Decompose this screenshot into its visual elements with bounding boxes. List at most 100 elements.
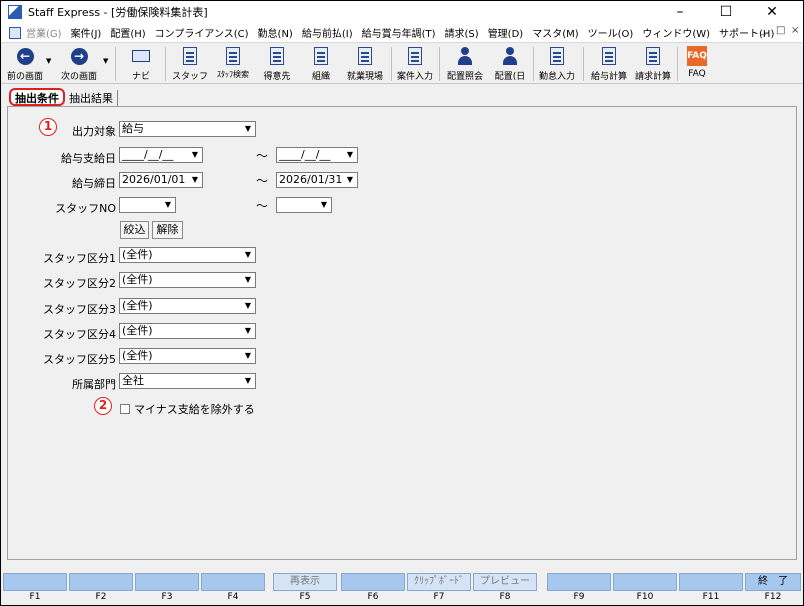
tab-extract-conditions[interactable]: 抽出条件 <box>9 88 65 106</box>
next-dropdown-icon[interactable]: ▼ <box>103 57 108 65</box>
f10-key-label: F10 <box>636 592 654 602</box>
close-button[interactable]: ✕ <box>749 1 795 23</box>
filter-button[interactable]: 絞込 <box>120 221 149 239</box>
placement-daily-icon <box>500 46 520 66</box>
menu-placement[interactable]: 配置(H) <box>110 25 145 40</box>
exclude-negative-checkbox[interactable] <box>120 404 130 414</box>
billing-calc-button[interactable]: 請求計算 <box>631 45 675 83</box>
staff-category-5-select[interactable]: (全件) ▼ <box>119 348 256 364</box>
menu-window[interactable]: ウィンドウ(W) <box>642 25 710 40</box>
minimize-button[interactable]: – <box>657 1 703 23</box>
attendance-entry-label: 勤怠入力 <box>538 72 575 82</box>
next-screen-button[interactable]: → 次の画面 <box>57 45 101 83</box>
f3-button[interactable] <box>135 573 199 591</box>
pay-close-to-input[interactable]: 2026/01/31 ▼ <box>276 172 358 188</box>
mdi-close-button[interactable]: × <box>791 25 799 36</box>
annotation-badge-2: 2 <box>94 397 112 415</box>
f4-button[interactable] <box>201 573 265 591</box>
organization-label: 組織 <box>311 72 330 82</box>
menu-case[interactable]: 案件(J) <box>71 25 102 40</box>
payroll-calc-icon <box>599 46 619 66</box>
prev-screen-button[interactable]: ← 前の画面 <box>5 45 45 83</box>
menu-compliance[interactable]: コンプライアンス(C) <box>155 25 249 40</box>
mdi-restore-button[interactable]: □ <box>776 25 785 36</box>
app-window: Staff Express - [労働保険料集計表] – ☐ ✕ 営業(G) 案… <box>0 0 804 606</box>
menu-prepayment[interactable]: 給与前払(I) <box>302 25 353 40</box>
f9-button[interactable] <box>547 573 611 591</box>
arrow-right-icon: → <box>69 46 89 66</box>
staff-search-label: ｽﾀｯﾌ検索 <box>217 70 249 79</box>
menu-attendance[interactable]: 勤怠(N) <box>258 25 293 40</box>
f8-preview-button[interactable]: プレビュー <box>473 573 537 591</box>
chevron-down-icon: ▼ <box>241 248 255 262</box>
case-entry-button[interactable]: 案件入力 <box>393 45 437 83</box>
staff-category-1-select[interactable]: (全件) ▼ <box>119 247 256 263</box>
staff-search-button[interactable]: ｽﾀｯﾌ検索 <box>211 45 255 83</box>
placement-daily-button[interactable]: 配置(日 <box>489 45 531 83</box>
f6-button[interactable] <box>341 573 405 591</box>
mdi-child-icon[interactable] <box>9 26 21 39</box>
faq-label: FAQ <box>688 69 706 79</box>
clear-button[interactable]: 解除 <box>152 221 183 239</box>
pay-close-from-value: 2026/01/01 <box>122 173 186 186</box>
placement-daily-label: 配置(日 <box>494 72 526 82</box>
menu-bar: 営業(G) 案件(J) 配置(H) コンプライアンス(C) 勤怠(N) 給与前払… <box>1 23 803 42</box>
workplace-button[interactable]: 就業現場 <box>343 45 387 83</box>
staff-category-2-label: スタッフ区分2 <box>43 277 116 290</box>
menu-master[interactable]: マスタ(M) <box>532 25 578 40</box>
chevron-down-icon: ▼ <box>188 173 202 187</box>
client-button[interactable]: 得意先 <box>257 45 297 83</box>
prev-dropdown-icon[interactable]: ▼ <box>46 57 51 65</box>
staff-category-3-label: スタッフ区分3 <box>43 303 116 316</box>
toolbar: ← 前の画面 ▼ → 次の画面 ▼ ナビ スタッフ ｽﾀｯﾌ検索 得意先 組織 <box>1 42 803 84</box>
menu-payroll-bonus[interactable]: 給与賞与年調(T) <box>362 25 436 40</box>
exclude-negative-label: マイナス支給を除外する <box>134 403 255 416</box>
arrow-left-icon: ← <box>15 46 35 66</box>
f4-key-label: F4 <box>227 592 239 602</box>
mdi-minimize-button[interactable]: _ <box>761 25 766 36</box>
f12-exit-button[interactable]: 終 了 <box>745 573 801 591</box>
staff-button[interactable]: スタッフ <box>171 45 209 83</box>
attendance-entry-button[interactable]: 勤怠入力 <box>535 45 579 83</box>
organization-button[interactable]: 組織 <box>301 45 341 83</box>
toolbar-divider <box>115 47 116 81</box>
staff-category-2-select[interactable]: (全件) ▼ <box>119 272 256 288</box>
workplace-label: 就業現場 <box>346 72 383 82</box>
maximize-button[interactable]: ☐ <box>703 1 749 23</box>
case-entry-label: 案件入力 <box>396 72 433 82</box>
f11-button[interactable] <box>679 573 743 591</box>
faq-button[interactable]: FAQ FAQ <box>681 45 713 83</box>
department-select[interactable]: 全社 ▼ <box>119 373 256 389</box>
pay-date-from-input[interactable]: ____/__/__ ▼ <box>119 147 203 163</box>
menu-billing[interactable]: 請求(S) <box>445 25 479 40</box>
f6-key-label: F6 <box>367 592 379 602</box>
staff-category-4-value: (全件) <box>122 324 153 337</box>
menu-management[interactable]: 管理(D) <box>488 25 524 40</box>
staff-category-1-label: スタッフ区分1 <box>43 252 116 265</box>
pay-close-to-value: 2026/01/31 <box>279 173 343 186</box>
placement-inquiry-button[interactable]: 配置照会 <box>443 45 487 83</box>
staff-no-from-input[interactable]: ▼ <box>119 197 176 213</box>
chevron-down-icon: ▼ <box>317 198 331 212</box>
f2-button[interactable] <box>69 573 133 591</box>
staff-category-3-select[interactable]: (全件) ▼ <box>119 298 256 314</box>
staff-no-to-input[interactable]: ▼ <box>276 197 332 213</box>
faq-icon: FAQ <box>687 46 707 66</box>
f11-key-label: F11 <box>702 592 720 602</box>
f7-clipboard-button[interactable]: ｸﾘｯﾌﾟﾎﾞｰﾄﾞ <box>407 573 471 591</box>
f5-refresh-button[interactable]: 再表示 <box>273 573 337 591</box>
pay-close-from-input[interactable]: 2026/01/01 ▼ <box>119 172 203 188</box>
navi-button[interactable]: ナビ <box>121 45 161 83</box>
payroll-calc-button[interactable]: 給与計算 <box>587 45 631 83</box>
f10-button[interactable] <box>613 573 677 591</box>
f1-button[interactable] <box>3 573 67 591</box>
pay-date-to-input[interactable]: ____/__/__ ▼ <box>276 147 358 163</box>
staff-category-5-label: スタッフ区分5 <box>43 353 116 366</box>
pay-close-label: 給与締日 <box>72 177 116 190</box>
menu-support[interactable]: サポート(H) <box>719 25 774 40</box>
menu-sales[interactable]: 営業(G) <box>26 25 62 40</box>
chevron-down-icon: ▼ <box>241 122 255 136</box>
output-target-select[interactable]: 給与 ▼ <box>119 121 256 137</box>
staff-category-4-select[interactable]: (全件) ▼ <box>119 323 256 339</box>
menu-tools[interactable]: ツール(O) <box>588 25 634 40</box>
